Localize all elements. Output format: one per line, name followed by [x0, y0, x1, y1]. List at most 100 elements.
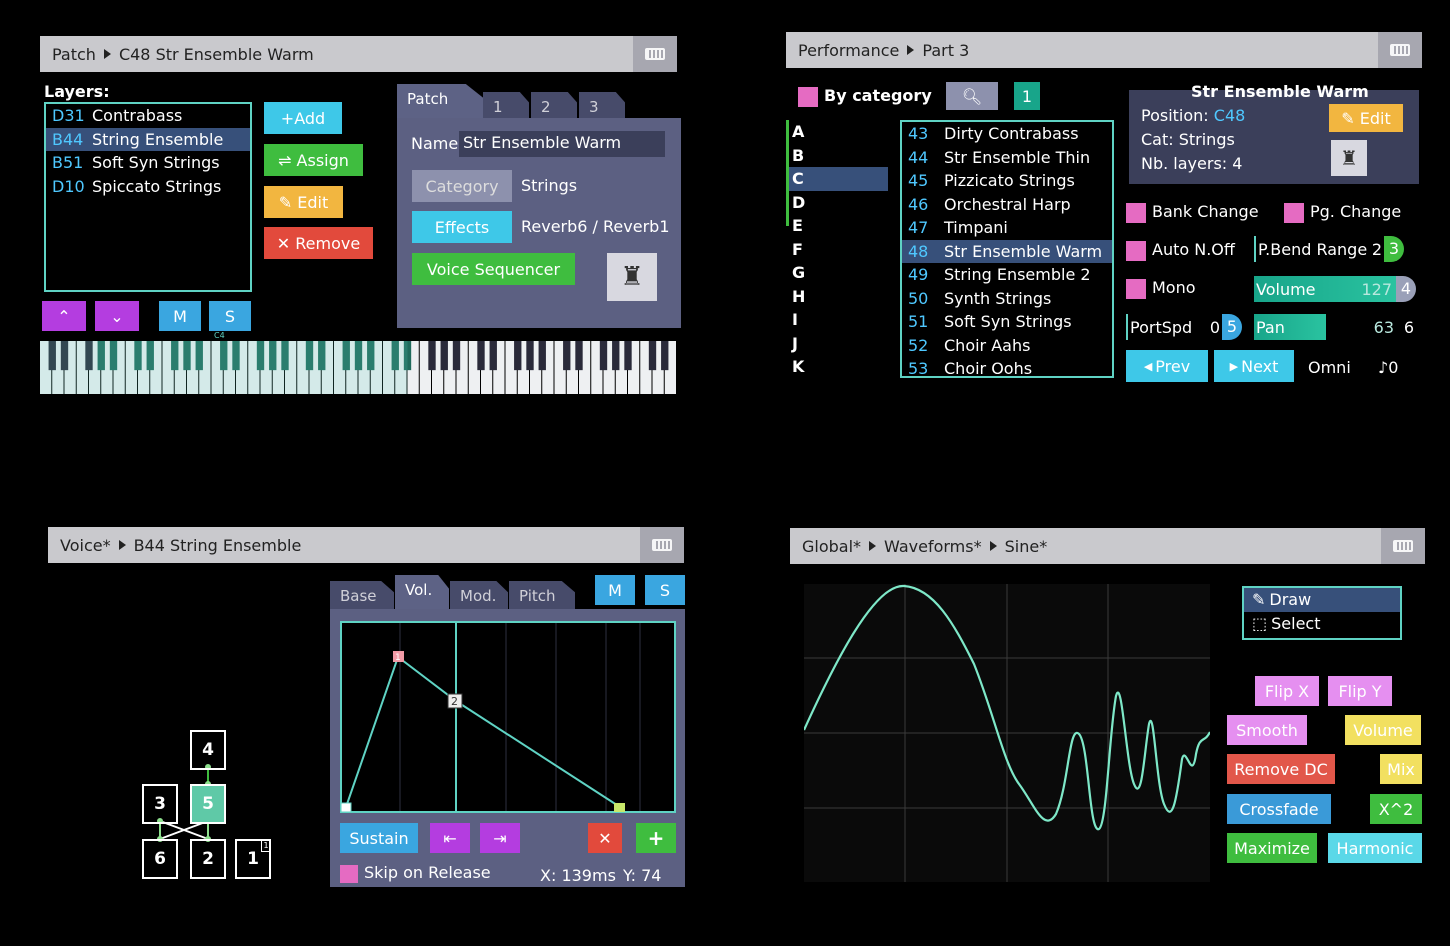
letter-item[interactable]: H: [786, 285, 888, 309]
black-key[interactable]: [440, 341, 448, 371]
operator-4[interactable]: 4: [190, 730, 226, 770]
list-item[interactable]: B51 Soft Syn Strings: [46, 151, 250, 175]
operator-3[interactable]: 3: [142, 784, 178, 824]
list-item-selected[interactable]: 48 Str Ensemble Warm: [902, 239, 1112, 263]
env-point-2[interactable]: 2: [451, 695, 458, 708]
breadcrumb-waveforms[interactable]: Waveforms*: [884, 537, 982, 556]
piano-keyboard[interactable]: [40, 341, 677, 394]
remove-button[interactable]: ✕ Remove: [264, 227, 373, 259]
delete-point-button[interactable]: ✕: [588, 823, 622, 853]
search-button[interactable]: 🔍︎: [946, 82, 998, 110]
loop-end-button[interactable]: ⇥: [480, 823, 520, 853]
remove-dc-button[interactable]: Remove DC: [1227, 754, 1335, 784]
operator-2[interactable]: 2: [190, 839, 226, 879]
breadcrumb-global[interactable]: Global*: [802, 537, 861, 556]
black-key[interactable]: [648, 341, 657, 371]
keyboard-icon[interactable]: [633, 36, 677, 72]
voice-sequencer-button[interactable]: Voice Sequencer: [412, 253, 575, 285]
pan-slider[interactable]: Pan 63 6: [1254, 314, 1416, 340]
sustain-button[interactable]: Sustain: [340, 823, 418, 853]
letter-item[interactable]: F: [786, 238, 888, 262]
pbend-slider[interactable]: P.Bend Range 2 3: [1254, 236, 1404, 262]
crossfade-button[interactable]: Crossfade: [1227, 794, 1331, 824]
transpose-value[interactable]: ♪0: [1378, 358, 1398, 377]
solo-button[interactable]: S: [645, 575, 685, 605]
envelope-graph[interactable]: 1 2: [340, 621, 676, 813]
tab-pitch[interactable]: Pitch: [509, 581, 575, 609]
env-point-1[interactable]: 1: [395, 653, 401, 663]
black-key[interactable]: [428, 341, 436, 371]
list-item-selected[interactable]: B44 String Ensemble: [46, 127, 250, 151]
list-item[interactable]: D10 Spiccato Strings: [46, 175, 250, 199]
effects-button[interactable]: Effects: [412, 211, 512, 243]
tab-patch[interactable]: Patch: [397, 84, 483, 118]
edit-button[interactable]: ✎ Edit: [1329, 104, 1403, 132]
smooth-button[interactable]: Smooth: [1227, 715, 1307, 745]
list-item[interactable]: 51 Soft Syn Strings: [902, 310, 1112, 334]
black-key[interactable]: [514, 341, 522, 371]
black-key[interactable]: [563, 341, 571, 371]
list-item[interactable]: 45 Pizzicato Strings: [902, 169, 1112, 193]
breadcrumb-patch[interactable]: C48 Str Ensemble Warm: [119, 45, 314, 64]
bank-change-toggle[interactable]: Bank Change: [1126, 202, 1259, 223]
list-item[interactable]: 50 Synth Strings: [902, 287, 1112, 311]
letter-index[interactable]: ABCDEFGHIJK: [786, 120, 888, 379]
name-field[interactable]: Str Ensemble Warm: [459, 131, 665, 157]
mix-button[interactable]: Mix: [1380, 754, 1422, 784]
next-button[interactable]: ▶ Next: [1214, 350, 1294, 382]
pg-change-toggle[interactable]: Pg. Change: [1284, 202, 1401, 223]
black-key[interactable]: [477, 341, 485, 371]
letter-item[interactable]: B: [786, 144, 888, 168]
list-item[interactable]: D31 Contrabass: [46, 104, 250, 128]
list-item[interactable]: 44 Str Ensemble Thin: [902, 146, 1112, 170]
by-category-toggle[interactable]: By category: [798, 86, 932, 107]
move-down-button[interactable]: ⌄: [95, 301, 139, 331]
letter-item[interactable]: J: [786, 332, 888, 356]
black-key[interactable]: [452, 341, 461, 371]
list-item[interactable]: 53 Choir Oohs: [902, 357, 1112, 381]
auto-noff-toggle[interactable]: Auto N.Off: [1126, 240, 1235, 261]
breadcrumb-root[interactable]: Patch: [52, 45, 96, 64]
omni-toggle[interactable]: Omni: [1308, 358, 1351, 377]
mono-toggle[interactable]: Mono: [1126, 278, 1196, 299]
keyboard-icon[interactable]: [1381, 528, 1425, 564]
solo-button[interactable]: S: [209, 301, 251, 331]
edit-button[interactable]: ✎ Edit: [264, 186, 343, 218]
letter-item[interactable]: A: [786, 120, 888, 144]
select-tool[interactable]: ⬚ Select: [1244, 612, 1400, 636]
breadcrumb-voice[interactable]: B44 String Ensemble: [134, 536, 302, 555]
flip-x-button[interactable]: Flip X: [1255, 676, 1319, 706]
maximize-button[interactable]: Maximize: [1227, 833, 1317, 863]
category-button[interactable]: Category: [412, 170, 512, 202]
letter-item[interactable]: E: [786, 214, 888, 238]
letter-item[interactable]: K: [786, 355, 888, 379]
tab-vol[interactable]: Vol.: [395, 575, 449, 609]
volume-button[interactable]: Volume: [1345, 715, 1421, 745]
volume-slider[interactable]: Volume 127 4: [1254, 276, 1416, 302]
filter-number-button[interactable]: 1: [1014, 82, 1040, 110]
list-item[interactable]: 52 Choir Aahs: [902, 334, 1112, 358]
tab-layer-1[interactable]: 1: [483, 92, 529, 118]
layers-list[interactable]: D31 Contrabass B44 String Ensemble B51 Soft…: [44, 102, 252, 292]
string-instrument-icon[interactable]: ♜: [607, 253, 657, 301]
add-button[interactable]: +Add: [264, 102, 342, 134]
black-key[interactable]: [538, 341, 546, 371]
black-key[interactable]: [489, 341, 497, 371]
breadcrumb-root[interactable]: Voice*: [60, 536, 111, 555]
patch-list[interactable]: 43 Dirty Contrabass 44 Str Ensemble Thin 45 P…: [900, 120, 1114, 378]
mute-button[interactable]: M: [595, 575, 635, 605]
skip-release-toggle[interactable]: Skip on Release: [340, 863, 491, 883]
letter-item[interactable]: G: [786, 261, 888, 285]
letter-item[interactable]: D: [786, 191, 888, 215]
letter-item[interactable]: I: [786, 308, 888, 332]
assign-button[interactable]: ⇌ Assign: [264, 144, 363, 176]
black-key[interactable]: [575, 341, 583, 371]
add-point-button[interactable]: +: [636, 823, 676, 853]
tab-layer-2[interactable]: 2: [531, 92, 577, 118]
tab-base[interactable]: Base: [330, 581, 394, 609]
list-item[interactable]: 47 Timpani: [902, 216, 1112, 240]
breadcrumb-part[interactable]: Part 3: [922, 41, 969, 60]
move-up-button[interactable]: ⌃: [42, 301, 86, 331]
letter-item[interactable]: C: [786, 167, 888, 191]
tab-mod[interactable]: Mod.: [450, 581, 508, 609]
